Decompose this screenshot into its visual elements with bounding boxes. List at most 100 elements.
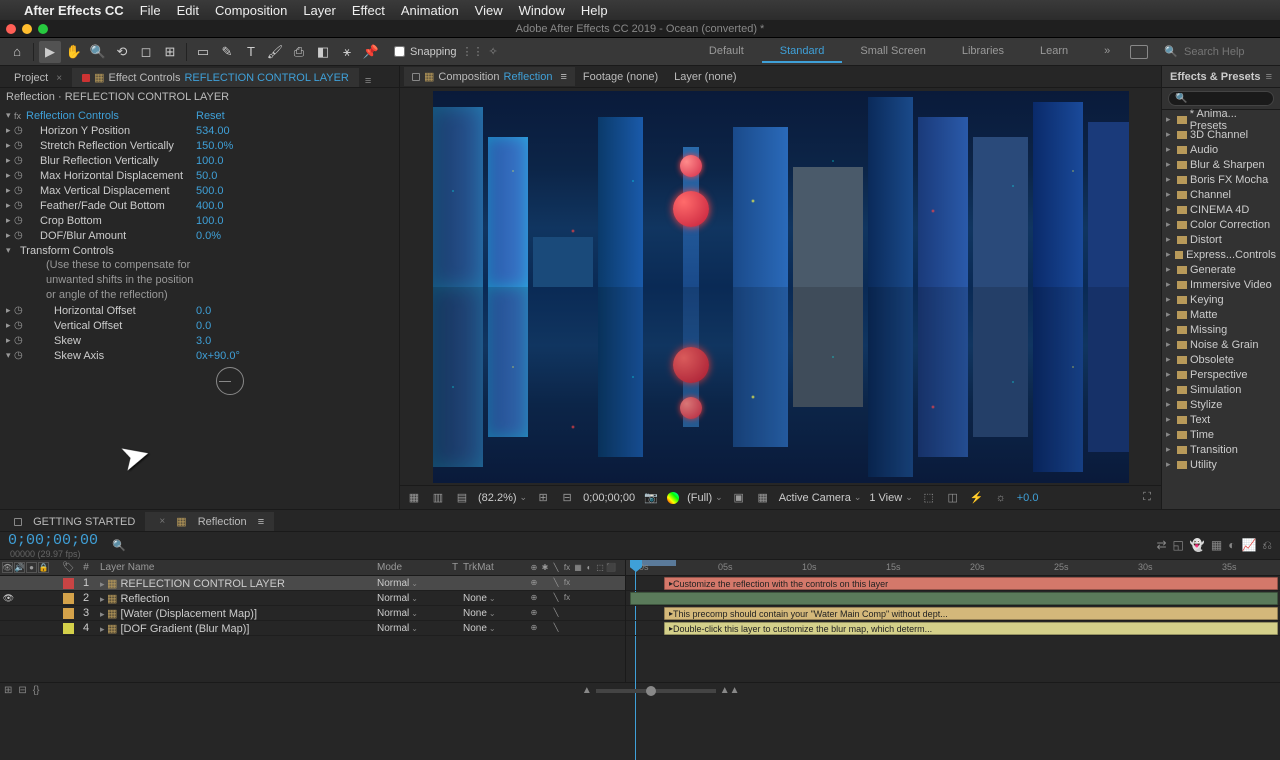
- workspace-icon[interactable]: [1130, 45, 1148, 59]
- shape-tool-icon[interactable]: ▭: [192, 41, 214, 63]
- menu-window[interactable]: Window: [519, 3, 565, 18]
- view-dropdown[interactable]: 1 View: [869, 492, 912, 504]
- menu-composition[interactable]: Composition: [215, 3, 287, 18]
- skew-axis-dial[interactable]: [216, 367, 244, 395]
- effects-category[interactable]: ▸Immersive Video: [1162, 277, 1280, 292]
- prop-value[interactable]: 150.0%: [196, 140, 233, 152]
- effects-category[interactable]: ▸Simulation: [1162, 382, 1280, 397]
- render-icon[interactable]: ◫: [945, 491, 961, 505]
- effects-category[interactable]: ▸Noise & Grain: [1162, 337, 1280, 352]
- window-controls[interactable]: [6, 24, 48, 34]
- effects-category[interactable]: ▸CINEMA 4D: [1162, 202, 1280, 217]
- menu-effect[interactable]: Effect: [352, 3, 385, 18]
- res-icon[interactable]: ▤: [454, 491, 470, 505]
- layer-row[interactable]: 3▸ ▦ [Water (Displacement Map)]NormalNon…: [0, 606, 625, 621]
- effects-category[interactable]: ▸Keying: [1162, 292, 1280, 307]
- fast-icon[interactable]: ⚡: [969, 491, 985, 505]
- toggle-in-out-icon[interactable]: {}: [33, 685, 40, 696]
- current-timecode[interactable]: 0;00;00;00: [8, 532, 98, 549]
- layer-search-input[interactable]: [126, 540, 206, 552]
- menu-layer[interactable]: Layer: [303, 3, 336, 18]
- timeline-track[interactable]: ▸ Customize the reflection with the cont…: [626, 576, 1280, 591]
- ws-standard[interactable]: Standard: [762, 41, 843, 63]
- app-name[interactable]: After Effects CC: [24, 3, 124, 18]
- snap-opt2-icon[interactable]: ✧: [489, 45, 498, 58]
- snapping-checkbox[interactable]: [394, 46, 405, 57]
- effects-category[interactable]: ▸Transition: [1162, 442, 1280, 457]
- layer-bar[interactable]: ▸ Customize the reflection with the cont…: [664, 577, 1278, 590]
- region-icon[interactable]: ▣: [731, 491, 747, 505]
- effects-category[interactable]: ▸Text: [1162, 412, 1280, 427]
- tab-effect-controls[interactable]: ▦ Effect Controls REFLECTION CONTROL LAY…: [72, 68, 359, 87]
- panel-menu-icon[interactable]: ≡: [359, 75, 377, 87]
- search-help-input[interactable]: [1184, 46, 1274, 58]
- grid-icon[interactable]: ⊟: [559, 491, 575, 505]
- res-dropdown[interactable]: (Full): [687, 492, 723, 504]
- stopwatch-icon[interactable]: ◷: [14, 125, 26, 136]
- prop-value[interactable]: 0.0%: [196, 230, 221, 242]
- toggle-switches-icon[interactable]: ⊞: [4, 685, 12, 696]
- prop-value[interactable]: 534.00: [196, 125, 230, 137]
- ws-more-icon[interactable]: »: [1086, 41, 1128, 63]
- orbit-tool-icon[interactable]: ⟲: [111, 41, 133, 63]
- zoom-dropdown[interactable]: (82.2%): [478, 492, 527, 504]
- panel-lock-icon[interactable]: [82, 74, 90, 82]
- composition-viewer[interactable]: [400, 88, 1161, 485]
- effects-category[interactable]: ▸Channel: [1162, 187, 1280, 202]
- camera-dropdown[interactable]: Active Camera: [779, 492, 862, 504]
- menu-view[interactable]: View: [475, 3, 503, 18]
- tab-timeline-reflection[interactable]: × ▦ Reflection ≡: [145, 512, 274, 531]
- hand-tool-icon[interactable]: ✋: [63, 41, 85, 63]
- transparency-icon[interactable]: ▦: [755, 491, 771, 505]
- effects-category[interactable]: ▸Color Correction: [1162, 217, 1280, 232]
- viewer-timecode[interactable]: 0;00;00;00: [583, 492, 635, 504]
- comp-flowchart-icon[interactable]: ⇄: [1156, 538, 1166, 553]
- motion-blur-icon[interactable]: ◐: [1228, 538, 1235, 553]
- prop-value[interactable]: 0.0: [196, 305, 211, 317]
- menu-animation[interactable]: Animation: [401, 3, 459, 18]
- effects-category[interactable]: ▸Utility: [1162, 457, 1280, 472]
- brush-tool-icon[interactable]: 🖌: [264, 41, 286, 63]
- ws-small[interactable]: Small Screen: [842, 41, 943, 63]
- exposure-value[interactable]: +0.0: [1017, 492, 1039, 504]
- effects-category[interactable]: ▸Boris FX Mocha: [1162, 172, 1280, 187]
- prop-value[interactable]: 0.0: [196, 320, 211, 332]
- prop-value[interactable]: 100.0: [196, 215, 224, 227]
- timeline-track[interactable]: [626, 591, 1280, 606]
- layer-bar[interactable]: [630, 592, 1278, 605]
- pen-tool-icon[interactable]: ✎: [216, 41, 238, 63]
- maximize-icon[interactable]: ⛶: [1139, 491, 1155, 505]
- effects-search-input[interactable]: [1168, 91, 1274, 106]
- layer-row[interactable]: 1▸ ▦ REFLECTION CONTROL LAYERNormal⊕╲fx: [0, 576, 625, 591]
- panel-menu-icon[interactable]: ≡: [560, 71, 566, 83]
- tab-footage[interactable]: Footage (none): [575, 68, 666, 86]
- effects-category[interactable]: ▸Distort: [1162, 232, 1280, 247]
- pan-behind-tool-icon[interactable]: ⊞: [159, 41, 181, 63]
- effects-category[interactable]: ▸Express...Controls: [1162, 247, 1280, 262]
- effects-presets-header[interactable]: Effects & Presets≡: [1162, 66, 1280, 88]
- effects-category[interactable]: ▸Generate: [1162, 262, 1280, 277]
- ws-libraries[interactable]: Libraries: [944, 41, 1022, 63]
- tab-composition-viewer[interactable]: ▦ Composition Reflection ≡: [404, 67, 575, 86]
- effects-category[interactable]: ▸Audio: [1162, 142, 1280, 157]
- twirl-icon[interactable]: ▸: [6, 125, 14, 136]
- panel-menu-icon[interactable]: ≡: [258, 516, 264, 528]
- ws-default[interactable]: Default: [691, 41, 762, 63]
- timeline-zoom-slider[interactable]: ▲ ▲▲: [45, 685, 1276, 696]
- eraser-tool-icon[interactable]: ◧: [312, 41, 334, 63]
- effects-category[interactable]: ▸Blur & Sharpen: [1162, 157, 1280, 172]
- prop-value[interactable]: 3.0: [196, 335, 211, 347]
- time-ruler[interactable]: 00s05s10s15s20s25s30s35s: [626, 560, 1280, 576]
- prop-value[interactable]: 100.0: [196, 155, 224, 167]
- tab-project[interactable]: Project×: [4, 69, 72, 87]
- alpha-icon[interactable]: ▦: [406, 491, 422, 505]
- menu-edit[interactable]: Edit: [177, 3, 199, 18]
- timeline-track[interactable]: ▸ Double-click this layer to customize t…: [626, 621, 1280, 636]
- menu-file[interactable]: File: [140, 3, 161, 18]
- twirl-icon[interactable]: ▾: [6, 245, 14, 256]
- zoom-out-icon[interactable]: ▲: [582, 685, 592, 696]
- lock-col-icon[interactable]: 🔒: [38, 562, 49, 573]
- frame-blend-icon[interactable]: ▦: [1211, 538, 1222, 553]
- effect-name[interactable]: Reflection Controls: [26, 110, 196, 122]
- clone-tool-icon[interactable]: ⎙: [288, 41, 310, 63]
